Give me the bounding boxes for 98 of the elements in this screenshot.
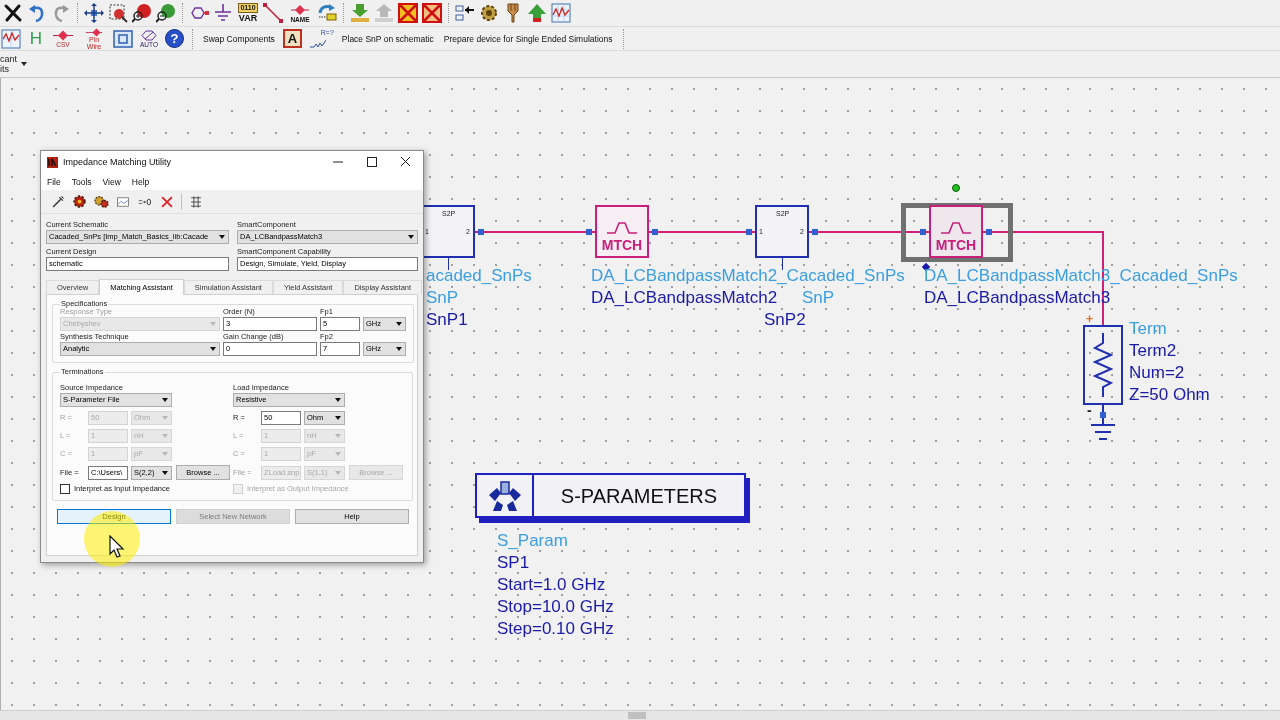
a-button[interactable]: A (282, 29, 302, 48)
cross-box-icon[interactable] (422, 3, 442, 23)
caret-icon (162, 452, 168, 456)
scrollbar-thumb[interactable] (628, 712, 646, 719)
component-symbol: MTCH (935, 238, 977, 253)
menu-item[interactable]: File (47, 176, 61, 187)
layer-dropdown[interactable]: cant its (0, 54, 27, 74)
pin (920, 229, 926, 235)
diamond-icon (53, 29, 73, 41)
place-snp-button[interactable]: Place SnP on schematic (339, 33, 436, 44)
component-symbol: MTCH (601, 238, 643, 253)
controller-title: S-PARAMETERS (560, 484, 718, 507)
caret-icon (162, 398, 168, 402)
help-button[interactable]: ? (165, 29, 184, 48)
delete-icon[interactable] (160, 194, 174, 209)
cursor-highlight (84, 511, 140, 567)
component-icon (141, 29, 157, 41)
diamond-icon (84, 27, 104, 37)
component-type-label: S_Param (497, 530, 568, 552)
menu-item[interactable]: Help (131, 176, 150, 187)
pin (652, 229, 658, 235)
caret-icon (210, 322, 216, 326)
polarity-mark: - (1087, 404, 1092, 416)
graph-icon[interactable] (1, 28, 21, 49)
gear-icon[interactable] (479, 3, 499, 23)
diamond-icon (291, 3, 309, 16)
checkbox[interactable] (60, 484, 70, 494)
bandpass-icon (607, 222, 637, 234)
component-label: Num=2 (1129, 362, 1185, 384)
component-label: SnP2 (764, 309, 806, 331)
caret-icon (408, 235, 414, 239)
component-label: SnP1 (426, 309, 468, 331)
horizontal-scrollbar[interactable] (0, 710, 1280, 720)
component-label: Step=0.10 GHz (497, 618, 614, 640)
rotation-handle[interactable] (952, 184, 960, 192)
caret-icon (396, 347, 402, 351)
pin (478, 229, 484, 235)
pin (586, 229, 592, 235)
cross-box-icon[interactable] (398, 3, 418, 23)
pin (986, 229, 992, 235)
gears-icon[interactable] (94, 194, 109, 209)
polarity-mark: + (1086, 313, 1093, 325)
swap-components-button[interactable]: Swap Components (201, 33, 277, 44)
zoom-out-icon[interactable] (156, 3, 176, 23)
plot-icon[interactable] (116, 194, 130, 209)
caret-icon (335, 452, 341, 456)
caret-icon (210, 347, 216, 351)
prepare-device-button[interactable]: Prepare device for Single Ended Simulations (441, 33, 615, 44)
zoom-box-icon[interactable] (108, 3, 128, 23)
frame-icon[interactable] (113, 28, 133, 49)
grid-icon[interactable] (189, 194, 203, 209)
match-component[interactable]: MTCH (929, 205, 983, 258)
close-icon[interactable] (3, 3, 23, 23)
component-label: Term2 (1129, 340, 1177, 362)
component-label: Start=1.0 GHz (497, 574, 606, 596)
swap-arrow-icon[interactable] (317, 3, 337, 23)
graph-icon[interactable] (551, 3, 571, 23)
caret-icon (335, 470, 341, 475)
component-type-label: SnP (802, 287, 835, 309)
menu-item[interactable]: View (102, 176, 121, 187)
caret-icon (162, 470, 168, 475)
ground-icon[interactable] (213, 3, 233, 23)
download-icon[interactable] (350, 3, 370, 23)
term-component[interactable] (1083, 325, 1123, 405)
wand-icon[interactable] (51, 194, 65, 209)
gear-icon[interactable] (72, 194, 87, 209)
caret-icon (219, 235, 225, 239)
caret-icon (21, 62, 27, 66)
window-title: Impedance Matching Utility (63, 157, 172, 167)
caret-icon (162, 434, 168, 438)
bandpass-icon (941, 222, 971, 234)
component-type-label: SnP (426, 287, 459, 309)
component-label: DA_LCBandpassMatch2 (591, 287, 778, 309)
caret-icon (335, 434, 341, 438)
caret-icon (335, 416, 341, 420)
move-icon[interactable] (84, 3, 104, 23)
component-label: SP1 (497, 552, 530, 574)
caret-icon (335, 398, 341, 402)
resistor-icon (1093, 333, 1113, 397)
up-arrow-icon[interactable] (527, 3, 547, 23)
match-component[interactable]: MTCH (595, 205, 649, 258)
component-type-label: acaded_SnPs (426, 265, 532, 287)
pin (812, 229, 818, 235)
caret-icon (396, 322, 402, 326)
resistor-icon (309, 37, 326, 48)
pin (746, 229, 752, 235)
s-parameters-controller[interactable]: S-PARAMETERS (475, 473, 746, 518)
component-type-label: Term (1129, 318, 1167, 340)
wire-icon[interactable] (263, 3, 283, 23)
component-label: Stop=10.0 GHz (497, 596, 614, 618)
component-type-label: DA_LCBandpassMatch2_Cacaded_SnPs (591, 265, 905, 287)
list-arrow-icon[interactable] (455, 3, 475, 23)
component-label: Z=50 Ohm (1129, 384, 1210, 406)
pin (1100, 412, 1106, 418)
menu-item[interactable]: Tools (71, 176, 92, 187)
zoom-in-icon[interactable] (132, 3, 152, 23)
app-icon (47, 156, 58, 168)
caret-icon (162, 416, 168, 420)
